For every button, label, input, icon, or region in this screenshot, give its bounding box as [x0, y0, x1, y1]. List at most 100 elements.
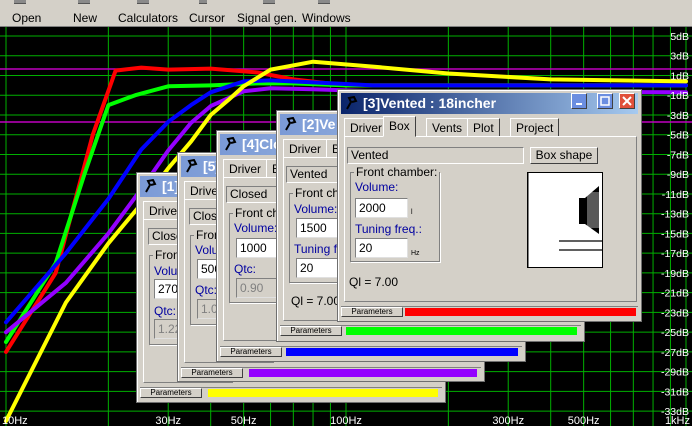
tuning-frequency-label: Tuning freq.: [355, 222, 422, 236]
volume-label: Volu [154, 264, 178, 278]
x-tick-label: 10Hz [2, 415, 28, 426]
signal-generator-button[interactable]: Signal gen. [237, 11, 297, 25]
y-tick-label: -23dB [661, 307, 689, 319]
y-tick-label: -3dB [667, 110, 689, 122]
parameters-button[interactable]: Parameters [140, 388, 202, 398]
windows-button[interactable]: Windows [302, 11, 351, 25]
group-label: Front ch [293, 186, 342, 200]
volume-input[interactable]: 1000 [236, 238, 281, 258]
app-icon [186, 159, 198, 173]
parameters-footer: Parameters [220, 346, 522, 357]
parameters-button[interactable]: Parameters [280, 326, 342, 336]
app-icon [225, 137, 237, 151]
app-icon [285, 117, 297, 131]
maximize-icon [600, 96, 610, 106]
x-tick-label: 300Hz [492, 415, 524, 426]
parameters-button[interactable]: Parameters [181, 368, 243, 378]
x-tick-label: 50Hz [231, 415, 257, 426]
parameters-footer: Parameters [341, 306, 638, 317]
box-window-3[interactable]: [3]Vented : 18incher Driver Box Vents Pl… [337, 89, 642, 322]
y-tick-label: -15dB [661, 228, 689, 240]
qtc-label: Qtc: [154, 304, 177, 318]
color-bar [249, 369, 477, 377]
open-icon [14, 0, 26, 4]
tab-project[interactable]: Project [510, 118, 560, 137]
color-bar [208, 389, 438, 397]
y-axis-labels: 5dB 3dB 1dB -1dB -3dB -5dB -7dB -9dB -11dB -13dB -… [661, 31, 689, 418]
y-tick-label: -25dB [661, 327, 689, 339]
tab-driver[interactable]: Driver [223, 159, 267, 178]
tab-vents[interactable]: Vents [426, 118, 469, 137]
color-bar [405, 308, 636, 316]
volume-unit: l [411, 209, 413, 216]
volume-label: Volume: [294, 202, 338, 216]
minimize-button[interactable] [571, 93, 587, 109]
box-shape-diagram [527, 172, 603, 268]
qtc-label: Qtc: [234, 262, 257, 276]
toolbar: Open New Calculators Cursor Signal gen. … [0, 0, 692, 27]
qtc-label: Qtc: [195, 283, 218, 297]
parameters-footer: Parameters [280, 325, 581, 336]
volume-input[interactable]: 2000 [355, 198, 408, 218]
y-tick-label: -29dB [661, 367, 689, 379]
maximize-button[interactable] [597, 93, 613, 109]
new-button[interactable]: New [73, 11, 97, 25]
y-tick-label: -17dB [661, 248, 689, 260]
color-bar [346, 327, 577, 335]
y-tick-label: -21dB [661, 288, 689, 300]
tuning-frequency-input[interactable]: 20 [355, 238, 408, 258]
tab-box[interactable]: Box [383, 116, 416, 137]
group-label: Front chamber: [354, 165, 440, 179]
box-shape-button[interactable]: Box shape [530, 147, 598, 164]
volume-input[interactable]: 1500 [296, 218, 341, 238]
y-tick-label: -11dB [662, 189, 689, 201]
open-button[interactable]: Open [12, 11, 41, 25]
tuning-frequency-unit: Hz [411, 250, 420, 257]
y-tick-label: -19dB [661, 268, 689, 280]
y-tick-label: 5dB [670, 31, 689, 43]
x-tick-label: 100Hz [330, 415, 362, 426]
calculators-button[interactable]: Calculators [118, 11, 178, 25]
parameters-footer: Parameters [140, 387, 442, 398]
parameters-button[interactable]: Parameters [220, 347, 282, 357]
x-tick-label: 500Hz [568, 415, 600, 426]
y-tick-label: -31dB [661, 386, 689, 398]
volume-label: Volume: [355, 180, 399, 194]
close-button[interactable] [619, 93, 635, 109]
window-title: [2]Ve [302, 116, 336, 132]
y-tick-label: 1dB [670, 70, 689, 82]
x-tick-label: 1kHz [665, 415, 690, 426]
cursor-button[interactable]: Cursor [189, 11, 225, 25]
parameters-button[interactable]: Parameters [341, 307, 403, 317]
signal-generator-icon [263, 0, 275, 4]
close-icon [622, 96, 632, 106]
windows-icon [318, 0, 330, 4]
tab-plot[interactable]: Plot [467, 118, 500, 137]
tuning-frequency-input[interactable]: 20 [296, 258, 341, 278]
x-axis-labels: 10Hz 30Hz 50Hz 100Hz 300Hz 500Hz 1kHz [2, 415, 690, 426]
new-icon [78, 0, 90, 4]
parameters-footer: Parameters [181, 367, 481, 378]
title-bar[interactable]: [3]Vented : 18incher [341, 93, 638, 114]
y-tick-label: -9dB [667, 169, 689, 181]
calculator-icon [137, 0, 149, 4]
tab-driver[interactable]: Driver [283, 139, 327, 158]
y-tick-label: -13dB [661, 209, 689, 221]
volume-label: Volu [195, 243, 219, 257]
ql-value: Ql = 7.00 [291, 294, 341, 308]
cursor-icon [199, 0, 207, 4]
volume-label: Volume: [234, 221, 278, 235]
ql-value: Ql = 7.00 [349, 275, 399, 289]
qtc-input: 0.90 [236, 278, 281, 298]
y-tick-label: -1dB [667, 90, 689, 102]
app-icon [346, 96, 358, 110]
box-type-select[interactable]: Vented [347, 147, 524, 164]
app-icon [145, 179, 157, 193]
minimize-icon [576, 103, 582, 105]
y-tick-label: -5dB [667, 130, 689, 142]
tab-driver[interactable]: Driver [344, 118, 388, 137]
y-tick-label: -7dB [667, 149, 689, 161]
tuning-frequency-label: Tuning fr [294, 242, 341, 256]
x-tick-label: 30Hz [155, 415, 181, 426]
y-tick-label: -27dB [661, 347, 689, 359]
